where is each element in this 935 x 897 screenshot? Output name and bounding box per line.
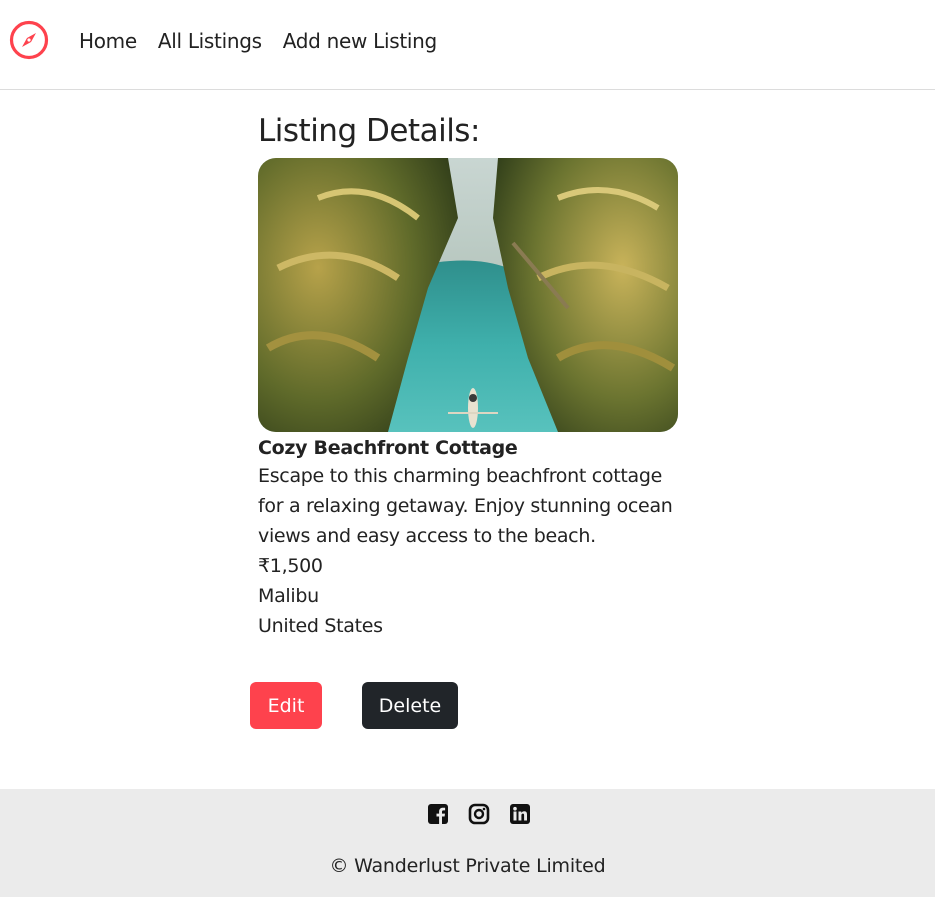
listing-location: Malibu [258, 585, 319, 607]
linkedin-icon[interactable] [509, 803, 531, 825]
compass-icon[interactable] [9, 20, 49, 60]
listing-info: Cozy Beachfront Cottage Escape to this c… [258, 435, 688, 641]
navbar: Home All Listings Add new Listing [0, 0, 935, 90]
facebook-icon[interactable] [427, 803, 449, 825]
listing-description: Escape to this charming beachfront cotta… [258, 465, 673, 547]
footer: © Wanderlust Private Limited [0, 789, 935, 897]
listing-details: Listing Details: Cozy Beachfront Cottage… [258, 112, 688, 637]
listing-title: Cozy Beachfront Cottage [258, 437, 518, 459]
listing-country: United States [258, 615, 383, 637]
nav-link-all-listings[interactable]: All Listings [158, 28, 262, 54]
nav-link-add-new-listing[interactable]: Add new Listing [283, 28, 437, 54]
social-links [0, 803, 935, 825]
edit-button[interactable]: Edit [250, 682, 322, 729]
instagram-icon[interactable] [468, 803, 490, 825]
nav-link-home[interactable]: Home [79, 28, 137, 54]
copyright-text: © Wanderlust Private Limited [329, 855, 606, 877]
delete-button[interactable]: Delete [362, 682, 458, 729]
listing-image [258, 158, 678, 432]
listing-price: ₹1,500 [258, 555, 323, 577]
page-title: Listing Details: [258, 113, 480, 149]
nav-links: Home All Listings Add new Listing [79, 28, 437, 54]
